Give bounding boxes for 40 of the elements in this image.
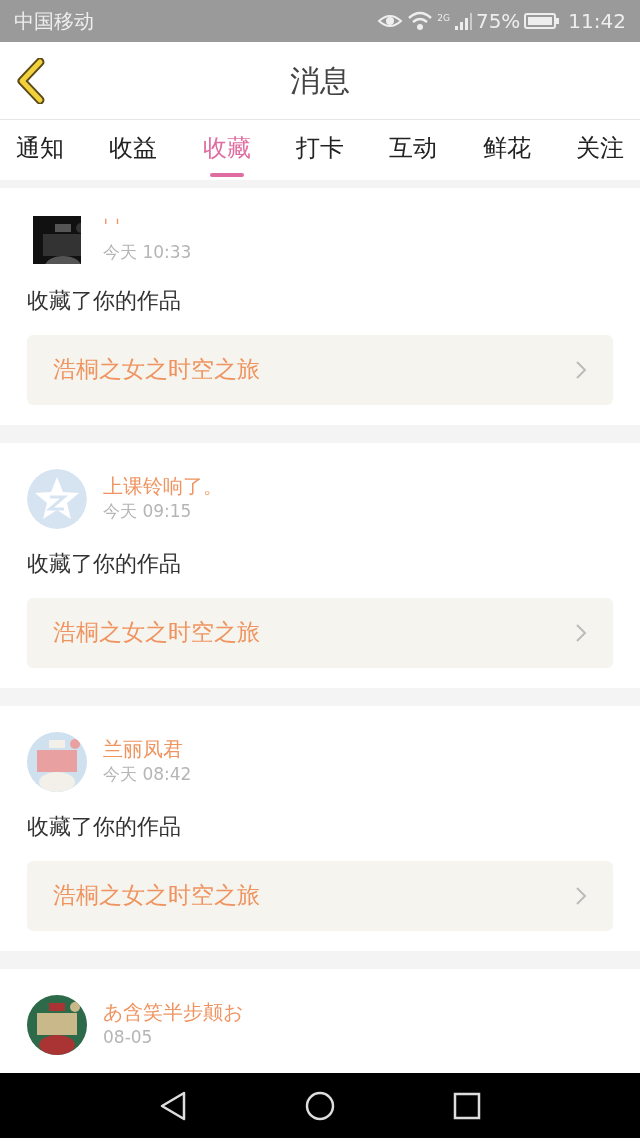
message-time: 今天 09:15	[103, 499, 193, 523]
carrier-label: 中国移动	[14, 8, 94, 35]
user-name[interactable]: あ含笑半步颠お	[103, 998, 243, 1025]
avatar-icon	[27, 468, 87, 529]
wifi-icon	[407, 11, 434, 31]
tab[interactable]: 鲜花	[476, 120, 537, 180]
back-nav-button[interactable]	[159, 1090, 187, 1121]
back-icon	[159, 1090, 187, 1121]
page-title: 消息	[290, 62, 350, 100]
eye-icon	[377, 12, 404, 30]
message-time: 今天 08:42	[103, 762, 192, 786]
user-name[interactable]: 上课铃响了。	[103, 472, 223, 499]
tab[interactable]: 收藏	[196, 120, 257, 180]
tab[interactable]: 收益	[103, 120, 164, 180]
user-name[interactable]: 兰丽凤君	[103, 735, 192, 762]
tab[interactable]: 打卡	[290, 120, 350, 180]
message-text: 收藏了你的作品	[27, 549, 182, 578]
user-name[interactable]: ˈ ˈ	[103, 214, 192, 240]
network-label: 2G	[437, 12, 450, 25]
message-text: 收藏了你的作品	[27, 812, 182, 841]
battery-icon	[524, 12, 561, 30]
message-time: 08-05	[103, 1025, 154, 1049]
message-text: 收藏了你的作品	[27, 286, 182, 315]
square-icon	[453, 1091, 481, 1120]
home-button[interactable]	[305, 1090, 335, 1121]
battery-label: 75%	[475, 8, 521, 35]
message-time: 今天 10:33	[103, 241, 192, 264]
tab[interactable]: 关注	[569, 120, 630, 180]
chevron-right-icon	[575, 885, 587, 906]
tab[interactable]: 通知	[10, 120, 70, 180]
chevron-right-icon	[575, 359, 587, 380]
home-icon	[305, 1090, 335, 1121]
work-link[interactable]: 浩桐之女之时空之旅	[27, 597, 613, 668]
work-link[interactable]: 浩桐之女之时空之旅	[27, 860, 613, 931]
chevron-right-icon	[575, 622, 587, 643]
work-link[interactable]: 浩桐之女之时空之旅	[27, 334, 613, 405]
signal-icon	[453, 12, 472, 30]
recents-button[interactable]	[453, 1091, 481, 1120]
clock-label: 11:42	[568, 8, 626, 35]
tab[interactable]: 互动	[383, 120, 444, 180]
